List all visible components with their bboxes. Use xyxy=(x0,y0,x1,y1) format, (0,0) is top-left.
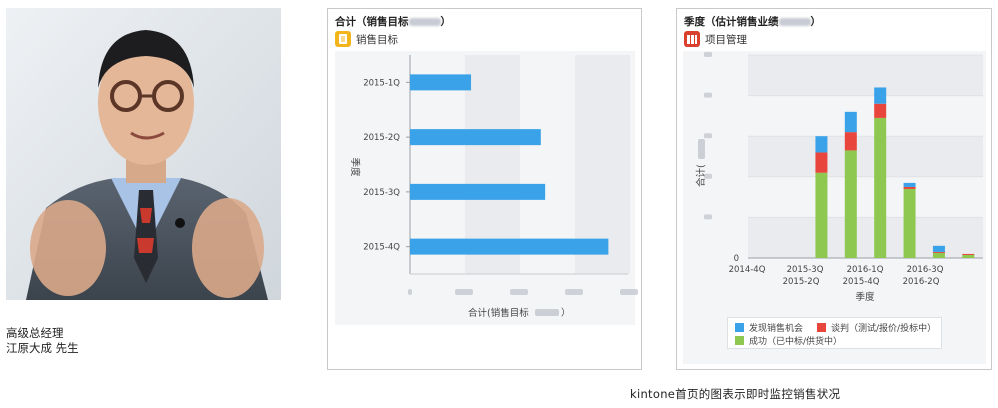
chart2-bar-segment xyxy=(932,252,945,258)
chart2-tick-label: 2015-3Q xyxy=(787,265,824,275)
chart2-y-axis-title: 合计( xyxy=(695,164,707,187)
chart1-y-axis-title: 季度 xyxy=(349,157,361,177)
chart2-bar-segment xyxy=(962,253,975,255)
chart1-svg: 2015-1Q 2015-2Q 2015-3Q 2015-4Q 合计(销售目标 ） 季度 xyxy=(349,55,638,319)
legend-item-negotiation: 谈判（测试/报价/投标中） xyxy=(817,321,936,334)
chart1-tick-label: 2015-2Q xyxy=(363,133,400,143)
legend-item-success: 成功（已中标/供货中） xyxy=(735,334,842,347)
chart2-y-tick-zero: 0 xyxy=(734,254,739,264)
chart2-bar-segment xyxy=(903,188,916,258)
chart2-bar-segment xyxy=(932,251,945,253)
chart2-y-tick-blurred xyxy=(704,92,712,98)
chart1-bar xyxy=(410,129,541,146)
executive-title: 高级总经理 xyxy=(6,326,64,340)
chart1-bar xyxy=(410,74,472,91)
chart2-grid-band xyxy=(748,55,983,96)
chart1-bar xyxy=(410,183,546,200)
chart2-tick-label: 2016-3Q xyxy=(907,265,944,275)
chart1-x-tick-blurred xyxy=(455,289,473,295)
chart2-grid-band xyxy=(748,136,983,177)
chart1-x-tick-blurred xyxy=(510,289,528,295)
chart2-y-tick-blurred xyxy=(704,52,712,57)
sales-target-chart-panel: 合计（销售目标） 销售目标 2015-1Q 2015-2Q 2015-3Q 2015-… xyxy=(327,8,642,370)
chart2-tick-label: 2015-4Q xyxy=(843,277,880,287)
chart2-tick-label: 2015-2Q xyxy=(783,277,820,287)
chart2-tick-label: 2016-2Q xyxy=(903,277,940,287)
chart2-bar-segment xyxy=(874,87,887,104)
chart1-x-tick-blurred xyxy=(620,289,638,295)
chart2-bar-segment xyxy=(932,245,945,252)
chart1-x-axis-title-end: ） xyxy=(561,307,571,319)
chart2-grid-band xyxy=(748,217,983,258)
chart2-bar-segment xyxy=(815,172,828,258)
chart2-y-tick-blurred xyxy=(704,133,712,139)
chart1-tick-label: 2015-3Q xyxy=(363,188,400,198)
chart2-x-axis-title: 季度 xyxy=(855,291,875,303)
chart1-x-axis-title: 合计(销售目标 xyxy=(468,307,529,319)
chart2-bar-segment xyxy=(903,186,916,189)
chart1-x-axis-title-blurred xyxy=(535,309,559,316)
legend-item-opportunity: 发现销售机会 xyxy=(735,321,803,334)
project-management-chart-panel: 季度（估计销售业绩） 项目管理 0 2014-4Q 2015-3Q 2016-1Q 20… xyxy=(676,8,992,370)
chart2-bar-segment xyxy=(874,117,887,259)
chart2-legend: 发现销售机会 谈判（测试/报价/投标中） 成功（已中标/供货中） xyxy=(727,317,942,349)
chart2-bar-segment xyxy=(903,182,916,187)
chart2-bar-segment xyxy=(815,152,828,173)
chart2-y-axis-title-blurred xyxy=(698,139,705,159)
chart2-bar-segment xyxy=(815,136,828,153)
chart2-bar-segment xyxy=(844,111,857,133)
chart1-x-tick-blurred xyxy=(565,289,583,295)
chart2-tick-label: 2016-1Q xyxy=(847,265,884,275)
executive-caption: 高级总经理 江原大成 先生 xyxy=(6,326,79,356)
chart2-bar-segment xyxy=(874,103,887,118)
chart2-tick-label: 2014-4Q xyxy=(729,265,766,275)
chart2-y-tick-blurred xyxy=(704,214,712,220)
chart1-tick-label: 2015-1Q xyxy=(363,78,400,88)
executive-name: 江原大成 先生 xyxy=(6,341,79,355)
chart2-bar-segment xyxy=(962,254,975,258)
chart2-bar-segment xyxy=(844,150,857,258)
chart1-x-tick-blurred xyxy=(408,289,412,295)
chart1-bar xyxy=(410,238,609,255)
footer-caption: kintone首页的图表示即时监控销售状况 xyxy=(630,387,841,401)
executive-photo xyxy=(6,8,281,300)
chart1-tick-label: 2015-4Q xyxy=(363,243,400,253)
chart2-bar-segment xyxy=(844,132,857,151)
